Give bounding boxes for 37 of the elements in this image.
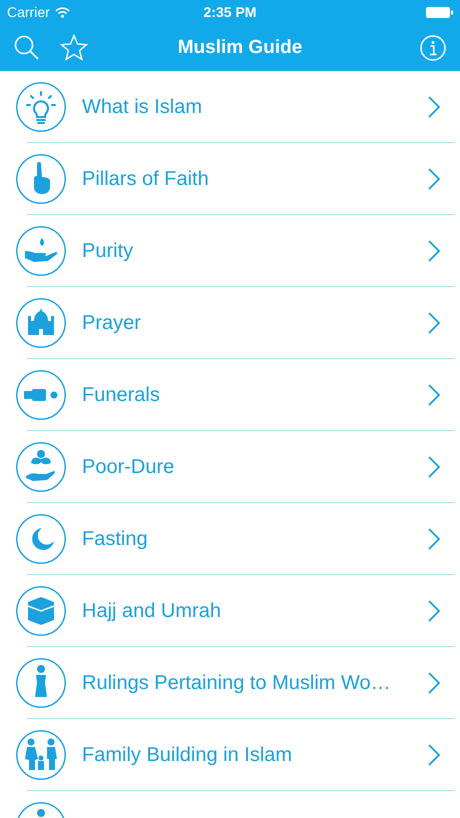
search-icon[interactable]: [14, 34, 40, 60]
hand-icon: [16, 226, 66, 276]
menu-item[interactable]: Prayer: [0, 287, 460, 359]
clock-time: 2:35 PM: [204, 4, 256, 20]
info-icon[interactable]: [420, 34, 446, 60]
chevron-icon: [428, 672, 440, 694]
family-icon: [16, 730, 66, 780]
chevron-icon: [428, 528, 440, 550]
menu-item[interactable]: What is Islam: [0, 71, 460, 143]
chevron-icon: [428, 600, 440, 622]
chevron-icon: [428, 456, 440, 478]
screen-title: Muslim Guide: [176, 36, 304, 58]
finger-icon: [16, 154, 66, 204]
chevron-icon: [428, 312, 440, 334]
moon-icon: [16, 514, 66, 564]
chevron-icon: [428, 96, 440, 118]
carrier-name: Carrier: [7, 4, 50, 20]
chevron-icon: [428, 240, 440, 262]
bulb-icon: [16, 82, 66, 132]
chevron-icon: [428, 168, 440, 190]
kaaba-icon: [16, 586, 66, 636]
body-icon: [16, 370, 66, 420]
menu-item[interactable]: Rulings Pertaining to Muslim Wo…: [0, 647, 460, 719]
woman-icon: [16, 658, 66, 708]
star-icon[interactable]: [60, 34, 88, 61]
menu-item[interactable]: Funerals: [0, 359, 460, 431]
battery-icon: [426, 6, 454, 18]
menu-item[interactable]: Hajj and Umrah: [0, 575, 460, 647]
menu-item[interactable]: Pillars of Faith: [0, 143, 460, 215]
menu-item[interactable]: Poor-Dure: [0, 431, 460, 503]
menu-item[interactable]: Fasting: [0, 503, 460, 575]
wifi-icon: [54, 6, 70, 18]
chevron-icon: [428, 384, 440, 406]
mosque-icon: [16, 298, 66, 348]
chevron-icon: [428, 744, 440, 766]
menu-item[interactable]: Family Building in Islam: [0, 719, 460, 791]
menu-item[interactable]: Purity: [0, 215, 460, 287]
